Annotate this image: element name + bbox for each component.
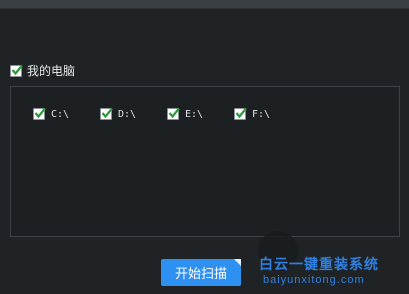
my-computer-label: 我的电脑 xyxy=(27,64,76,78)
drive-d-label: D:\ xyxy=(118,108,137,120)
checkbox-checked-icon[interactable] xyxy=(167,107,180,120)
start-scan-button[interactable]: 开始扫描 xyxy=(161,259,241,286)
checkbox-checked-icon[interactable] xyxy=(234,107,247,120)
drive-list-panel: C:\ D:\ E:\ F:\ xyxy=(10,86,400,237)
watermark-text-en: baiyunxitong.com xyxy=(263,274,365,286)
checkbox-checked-icon[interactable] xyxy=(10,64,23,77)
checkbox-checked-icon[interactable] xyxy=(33,107,46,120)
corner-fold-icon xyxy=(234,259,241,266)
drive-e-label: E:\ xyxy=(185,108,204,120)
my-computer-checkbox[interactable]: 我的电脑 xyxy=(10,62,75,79)
start-scan-label: 开始扫描 xyxy=(174,267,227,282)
top-bar xyxy=(0,0,409,8)
drive-c-checkbox[interactable]: C:\ xyxy=(33,107,70,120)
drive-f-label: F:\ xyxy=(252,108,271,120)
drive-c-label: C:\ xyxy=(51,108,70,120)
drive-e-checkbox[interactable]: E:\ xyxy=(167,107,204,120)
drive-d-checkbox[interactable]: D:\ xyxy=(100,107,137,120)
drive-f-checkbox[interactable]: F:\ xyxy=(234,107,271,120)
watermark-text-cn: 白云一键重装系统 xyxy=(259,257,379,273)
top-divider xyxy=(0,8,409,9)
checkbox-checked-icon[interactable] xyxy=(100,107,113,120)
